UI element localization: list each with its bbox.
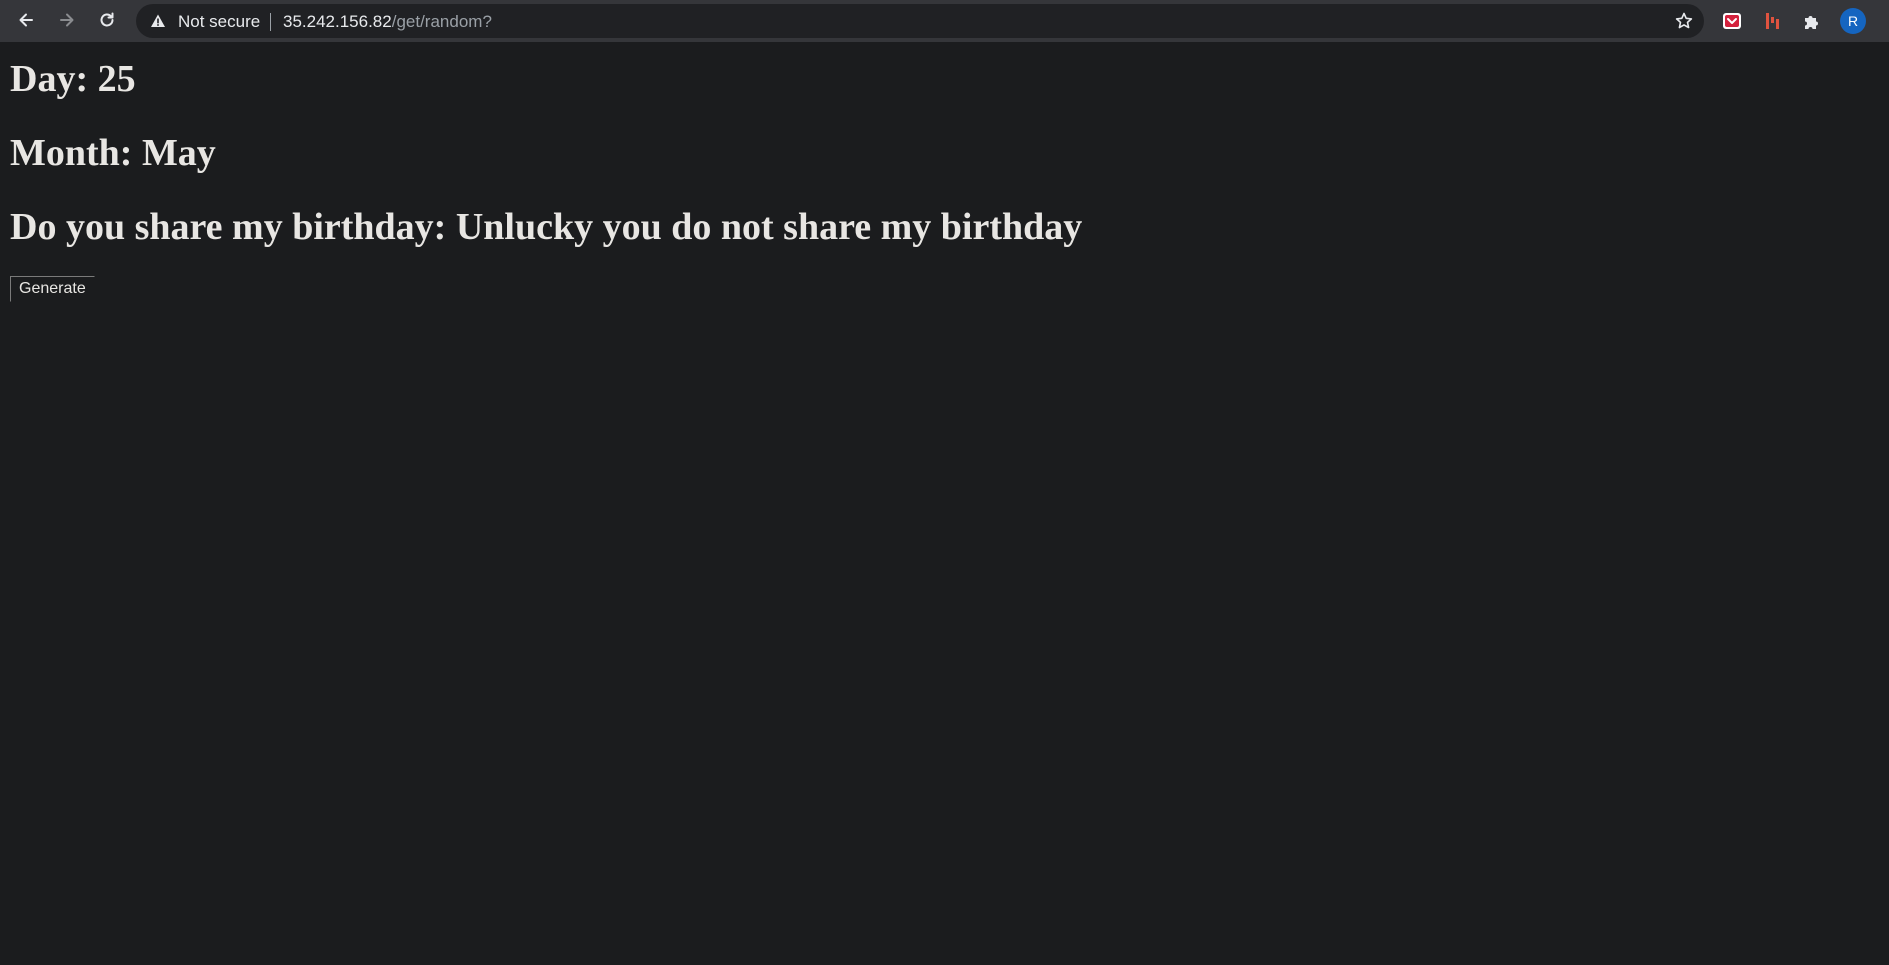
extension-bars-icon xyxy=(1766,13,1779,29)
warning-triangle-icon[interactable] xyxy=(150,13,166,29)
bars-extension-button[interactable] xyxy=(1760,9,1784,33)
pocket-extension-button[interactable] xyxy=(1720,9,1744,33)
month-heading: Month: May xyxy=(10,132,216,174)
url-path: /get/random? xyxy=(391,12,492,31)
birthday-result-heading: Do you share my birthday: Unlucky you do… xyxy=(10,206,1083,248)
pocket-icon xyxy=(1723,13,1741,29)
back-arrow-icon xyxy=(19,13,33,27)
star-icon[interactable] xyxy=(1674,11,1694,31)
reload-icon xyxy=(100,12,114,27)
profile-avatar[interactable]: R xyxy=(1840,8,1866,34)
security-status-label[interactable]: Not secure xyxy=(178,12,260,32)
browser-toolbar: Not secure 35.242.156.82/get/random? R xyxy=(0,0,1889,42)
forward-button[interactable] xyxy=(53,6,81,34)
back-button[interactable] xyxy=(12,6,40,34)
generate-button[interactable]: Generate xyxy=(10,276,95,302)
puzzle-icon xyxy=(1805,16,1818,29)
url-host: 35.242.156.82 xyxy=(283,12,392,31)
forward-arrow-icon xyxy=(60,13,74,27)
url-text[interactable]: 35.242.156.82/get/random? xyxy=(283,12,492,32)
page-content: Day: 25 Month: May Do you share my birth… xyxy=(0,42,1889,965)
day-heading: Day: 25 xyxy=(10,58,136,100)
separator xyxy=(270,13,271,31)
address-bar[interactable]: Not secure 35.242.156.82/get/random? xyxy=(136,4,1704,38)
extensions-button[interactable] xyxy=(1800,9,1824,33)
reload-button[interactable] xyxy=(93,6,121,34)
